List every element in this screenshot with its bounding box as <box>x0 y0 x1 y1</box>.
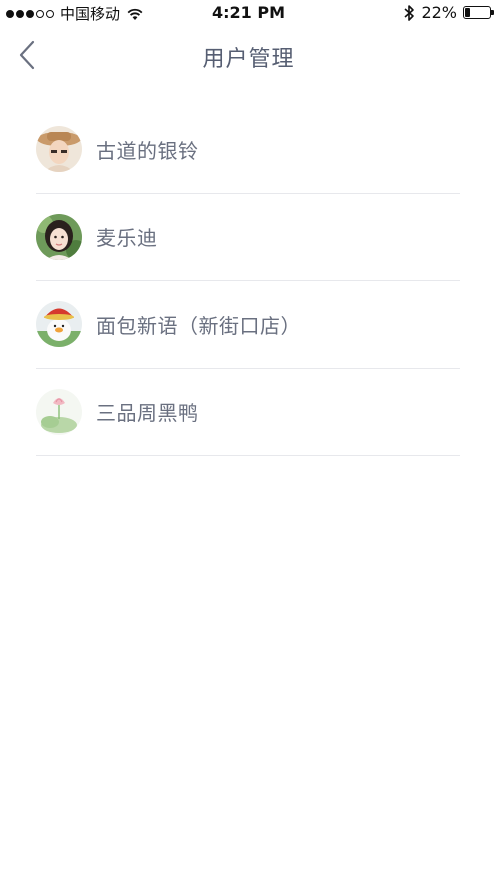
status-bar: 中国移动 4:21 PM 22% <box>0 0 497 26</box>
user-name: 三品周黑鸭 <box>96 401 199 426</box>
user-list: 古道的银铃 麦乐迪 面包新语（新街口店） 三品周黑鸭 <box>36 106 460 456</box>
bluetooth-icon <box>404 4 415 21</box>
user-name: 麦乐迪 <box>96 226 158 251</box>
list-item[interactable]: 麦乐迪 <box>36 194 460 281</box>
list-item[interactable]: 三品周黑鸭 <box>36 369 460 456</box>
navigation-bar: 用户管理 <box>0 26 497 88</box>
avatar-lotus-painting <box>36 388 82 435</box>
user-name: 古道的银铃 <box>96 138 199 163</box>
avatar-photo-man-hat <box>36 126 82 173</box>
avatar-cartoon-duck-red-hat <box>36 301 82 348</box>
battery-icon <box>463 6 494 19</box>
status-right: 22% <box>403 3 494 22</box>
user-name: 面包新语（新街口店） <box>96 313 301 338</box>
list-item[interactable]: 面包新语（新街口店） <box>36 281 460 369</box>
page-title: 用户管理 <box>202 47 295 72</box>
battery-percentage: 22% <box>421 3 457 22</box>
list-item[interactable]: 古道的银铃 <box>36 106 460 194</box>
avatar-photo-woman <box>36 213 82 260</box>
